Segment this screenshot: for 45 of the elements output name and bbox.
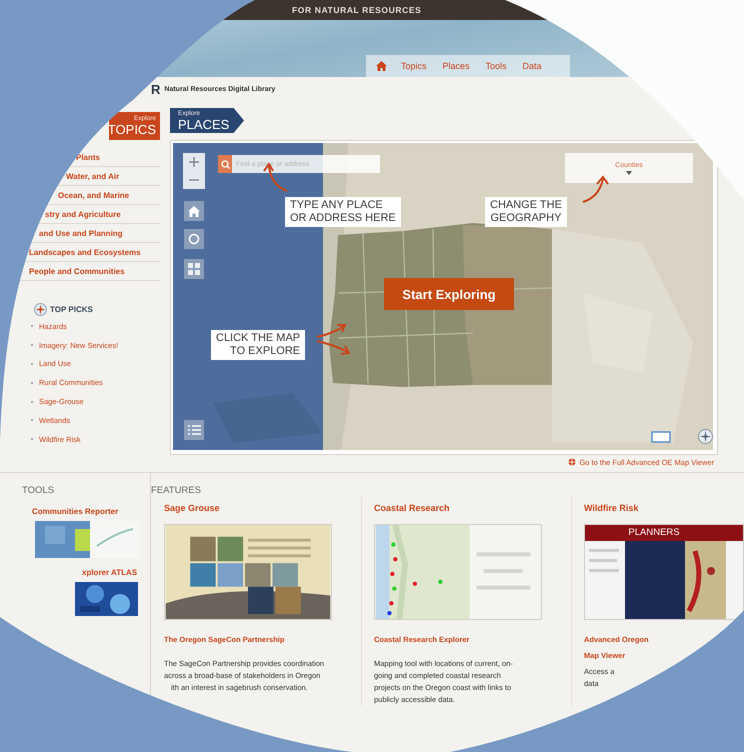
callout-arrow: [316, 323, 352, 357]
start-exploring-button[interactable]: Start Exploring: [384, 278, 514, 310]
tool-link[interactable]: xplorer ATLAS: [82, 568, 138, 578]
callout-arrow: [581, 175, 609, 205]
topic-link[interactable]: Ocean, and Marine: [58, 190, 130, 200]
section-heading: FEATURES: [151, 485, 202, 497]
topic-link[interactable]: Water, and Air: [66, 172, 120, 180]
feature-title[interactable]: Wildfire Risk: [584, 502, 744, 514]
tool-link[interactable]: Communities Reporter: [32, 507, 118, 517]
circle-icon: [188, 233, 200, 245]
caret-icon: [626, 170, 632, 174]
topic-link[interactable]: stry and Agriculture: [45, 210, 121, 218]
topic-link[interactable]: People and Communities: [29, 266, 125, 276]
callout-label: TYPE ANY PLACE OR ADDRESS HERE: [285, 197, 401, 227]
nav-tab[interactable]: Topics: [393, 57, 435, 75]
locate-button[interactable]: [184, 229, 204, 249]
plus-icon: [189, 157, 199, 167]
nav-tab[interactable]: Places: [434, 57, 478, 75]
list-icon: [188, 425, 200, 435]
basemap-button[interactable]: [184, 259, 204, 279]
top-picks-title: TOP PICKS: [50, 304, 93, 314]
topic-link[interactable]: Landscapes and Ecosystems: [29, 248, 141, 256]
search-icon: [218, 155, 232, 173]
logo-mark: R: [151, 82, 160, 97]
basemap-thumbnail-icon: [651, 431, 671, 443]
section-heading: TOOLS: [21, 485, 54, 497]
topic-link[interactable]: and Use and Planning: [39, 228, 123, 238]
home-icon: [376, 61, 387, 71]
callout-label: CLICK THE MAP TO EXPLORE: [211, 330, 306, 360]
grid-icon: [188, 263, 200, 275]
home-icon: [188, 206, 200, 216]
nav-tab[interactable]: Tools: [478, 57, 515, 75]
nav-tab[interactable]: Data: [514, 57, 550, 75]
screenshot-banner: PLANNERS: [585, 525, 743, 541]
compass-icon: [698, 429, 713, 444]
callout-label: CHANGE THE GEOGRAPHY: [485, 197, 567, 227]
feature-title[interactable]: Coastal Research: [374, 502, 571, 514]
topic-link[interactable]: Plants: [76, 152, 100, 162]
places-title: PLACES: [178, 118, 230, 132]
site-title: FOR NATURAL RESOURCES: [292, 5, 422, 15]
globe-icon: [568, 458, 576, 466]
feature-title[interactable]: Sage Grouse: [164, 502, 361, 514]
compass-icon: [34, 302, 47, 316]
home-button[interactable]: [184, 201, 204, 221]
legend-button[interactable]: [184, 420, 204, 440]
